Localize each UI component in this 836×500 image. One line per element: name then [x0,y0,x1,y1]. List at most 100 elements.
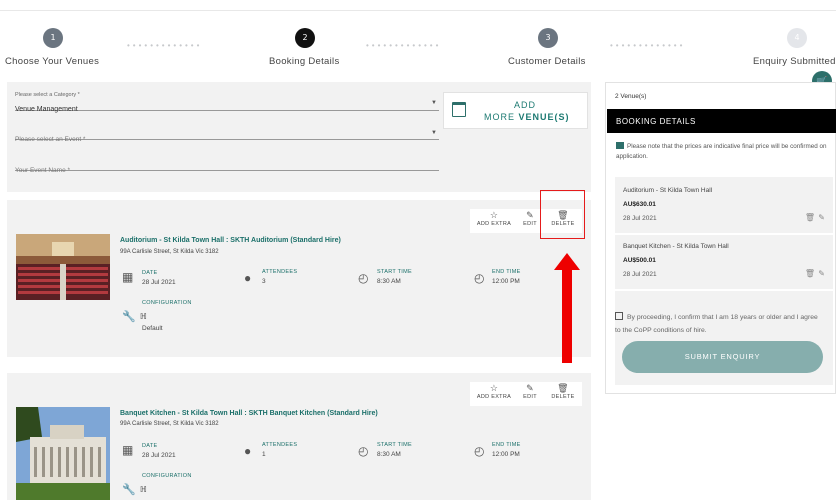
add-more-line1: ADD [514,100,537,110]
configuration-icon: ℍ [140,312,147,321]
summary-item-price: AU$500.01 [623,257,656,264]
submit-enquiry-button[interactable]: SUBMIT ENQUIRY [622,341,823,373]
add-extra-button[interactable]: ☆ ADD EXTRA [472,209,516,233]
step-customer-details: 3 Customer Details [508,28,586,67]
attendees-icon: ● [244,444,252,458]
edit-button[interactable]: ✎ EDIT [520,209,540,233]
calendar-icon: ▦ [122,270,134,284]
configuration-icon: ℍ [140,485,147,494]
clock-icon: ◴ [474,444,485,458]
delete-button[interactable]: 🗑 DELETE [546,382,580,406]
event-selection-panel: Please select a Category * Venue Managem… [7,82,591,192]
configuration-value: Default [142,325,163,332]
trash-icon[interactable]: 🗑 [805,213,815,222]
summary-item-date: 28 Jul 2021 [623,215,657,222]
venue-card: Banquet Kitchen - St Kilda Town Hall : S… [7,373,591,500]
booking-details-header: BOOKING DETAILS [607,109,836,133]
divider [615,289,833,291]
end-time-label: END TIME [492,442,521,448]
step-connector: ••••••••••••• [366,41,442,50]
attendees-value: 3 [262,278,266,285]
booking-summary-panel: 2 Venue(s) BOOKING DETAILS Please note t… [605,82,836,394]
start-time-value: 8:30 AM [377,278,401,285]
step-label: Customer Details [508,56,586,67]
attendees-label: ATTENDEES [262,269,298,275]
step-enquiry-submitted: 4 Enquiry Submitted [753,28,836,67]
age-confirmation[interactable]: By proceeding, I confirm that I am 18 ye… [615,311,821,337]
step-number: 4 [787,28,807,48]
add-more-venues-button[interactable]: ADD MORE VENUE(S) [443,92,588,129]
star-icon: ☆ [489,383,499,393]
wrench-icon: 🔧 [122,311,136,323]
summary-item-name: Auditorium - St Kilda Town Hall [623,187,713,194]
event-placeholder: Please select an Event * [15,136,86,143]
start-time-value: 8:30 AM [377,451,401,458]
attendees-icon: ● [244,271,252,285]
calendar-icon: ▦ [122,443,134,457]
date-value: 28 Jul 2021 [142,452,176,459]
edit-button[interactable]: ✎ EDIT [520,382,540,406]
venue-count: 2 Venue(s) [615,93,647,100]
venue-address: 99A Carlisle Street, St Kilda Vic 3182 [120,421,219,427]
summary-item-price: AU$630.01 [623,201,656,208]
step-label: Booking Details [269,56,340,67]
step-label: Choose Your Venues [5,56,100,67]
step-connector: ••••••••••••• [610,41,686,50]
highlight-box [540,190,585,239]
top-divider [0,10,836,11]
configuration-label: CONFIGURATION [142,473,192,479]
trash-icon: 🗑 [557,383,569,393]
add-more-line2: MORE VENUE(S) [484,112,570,122]
summary-item-name: Banquet Kitchen - St Kilda Town Hall [623,243,729,250]
edit-icon: ✎ [526,210,534,220]
venue-image-town-hall [16,407,110,500]
start-time-label: START TIME [377,442,412,448]
clock-icon: ◴ [474,271,485,285]
event-name-placeholder: Your Event Name * [15,167,71,174]
calendar-icon [452,102,466,117]
event-select[interactable]: Please select an Event * ▼ [15,128,439,143]
step-number: 3 [538,28,558,48]
date-label: DATE [142,443,158,449]
clock-icon: ◴ [358,271,369,285]
divider [615,233,833,235]
date-value: 28 Jul 2021 [142,279,176,286]
add-extra-button[interactable]: ☆ ADD EXTRA [472,382,516,406]
venue-actions: ☆ ADD EXTRA ✎ EDIT 🗑 DELETE [470,382,582,406]
edit-icon[interactable]: ✎ [818,213,825,222]
summary-item-date: 28 Jul 2021 [623,271,657,278]
clock-icon: ◴ [358,444,369,458]
date-label: DATE [142,270,158,276]
event-name-input[interactable]: Your Event Name * [15,159,439,174]
category-select[interactable]: Please select a Category * Venue Managem… [15,92,439,113]
configuration-label: CONFIGURATION [142,300,192,306]
venue-card: Auditorium - St Kilda Town Hall : SKTH A… [7,200,591,357]
star-icon: ☆ [489,210,499,220]
arrow-shaft [562,268,572,363]
attendees-value: 1 [262,451,266,458]
step-number: 1 [43,28,63,48]
edit-icon: ✎ [526,383,534,393]
wrench-icon: 🔧 [122,484,136,496]
venue-address: 99A Carlisle Street, St Kilda Vic 3182 [120,249,219,255]
trash-icon[interactable]: 🗑 [805,269,815,278]
step-label: Enquiry Submitted [753,56,836,67]
step-choose-venues[interactable]: 1 Choose Your Venues [5,28,99,67]
chevron-down-icon: ▼ [431,130,437,136]
step-connector: ••••••••••••• [127,41,203,50]
end-time-value: 12:00 PM [492,451,520,458]
attendees-label: ATTENDEES [262,442,298,448]
info-icon [616,142,624,149]
venue-title[interactable]: Auditorium - St Kilda Town Hall : SKTH A… [120,237,341,244]
confirm-checkbox[interactable] [615,312,623,320]
chevron-down-icon: ▼ [431,100,437,106]
category-value: Venue Management [15,106,78,113]
price-note: Please note that the prices are indicati… [616,142,827,160]
category-label: Please select a Category * [15,92,80,98]
edit-icon[interactable]: ✎ [818,269,825,278]
step-booking-details: 2 Booking Details [269,28,340,67]
end-time-value: 12:00 PM [492,278,520,285]
step-number: 2 [295,28,315,48]
venue-image-auditorium [16,234,110,300]
venue-title[interactable]: Banquet Kitchen - St Kilda Town Hall : S… [120,410,378,417]
